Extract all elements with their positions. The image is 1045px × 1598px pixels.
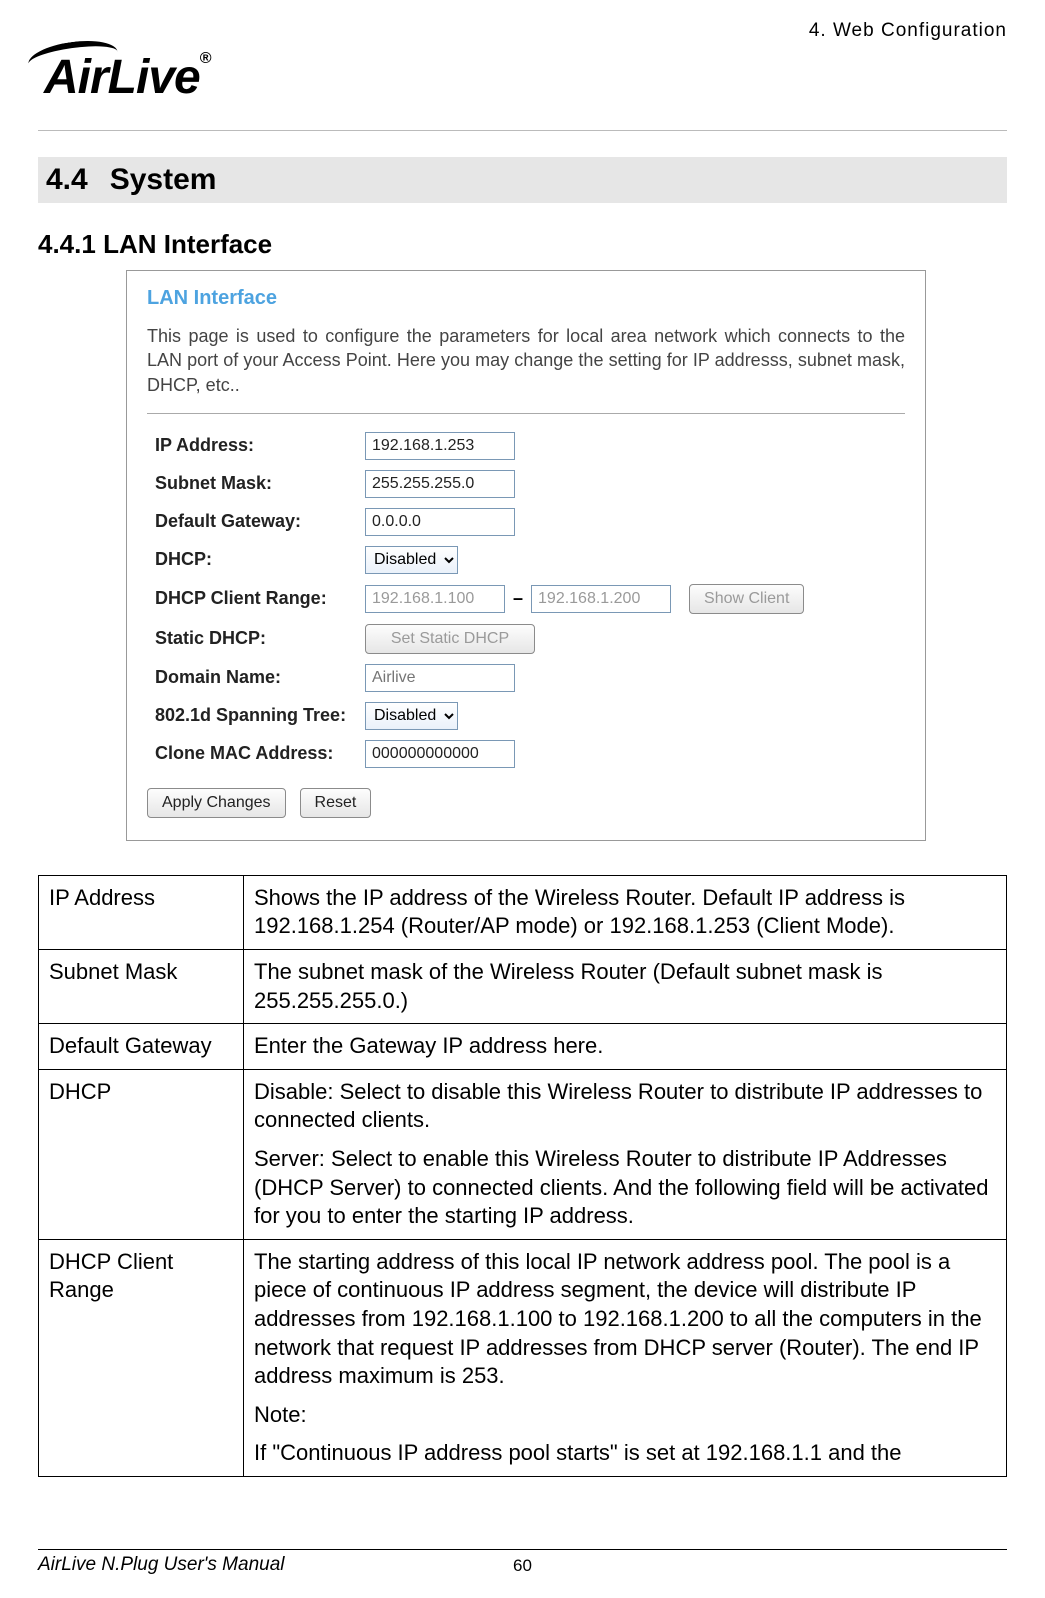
param-desc-paragraph: Disable: Select to disable this Wireless…	[254, 1078, 996, 1135]
static-dhcp-label: Static DHCP:	[147, 628, 365, 649]
param-name-cell: DHCP	[39, 1069, 244, 1239]
spanning-tree-label: 802.1d Spanning Tree:	[147, 705, 365, 726]
table-row: DHCP Client RangeThe starting address of…	[39, 1239, 1007, 1476]
subsection-number: 4.4.1	[38, 229, 96, 259]
param-name-cell: DHCP Client Range	[39, 1239, 244, 1476]
param-desc-cell: The starting address of this local IP ne…	[244, 1239, 1007, 1476]
show-client-button: Show Client	[689, 584, 804, 614]
panel-divider	[147, 413, 905, 414]
header-divider	[38, 111, 1007, 131]
ip-address-input[interactable]	[365, 432, 515, 460]
section-title: System	[110, 163, 217, 196]
apply-changes-button[interactable]: Apply Changes	[147, 788, 286, 818]
panel-description: This page is used to configure the param…	[147, 324, 905, 397]
param-desc-paragraph: If "Continuous IP address pool starts" i…	[254, 1439, 996, 1468]
domain-name-label: Domain Name:	[147, 667, 365, 688]
page-number: 60	[513, 1556, 532, 1576]
param-desc-cell: Shows the IP address of the Wireless Rou…	[244, 875, 1007, 949]
lan-interface-screenshot: LAN Interface This page is used to confi…	[126, 270, 926, 841]
param-name-cell: Default Gateway	[39, 1024, 244, 1070]
set-static-dhcp-button: Set Static DHCP	[365, 624, 535, 654]
manual-name: AirLive N.Plug User's Manual	[38, 1554, 285, 1576]
param-name-cell: IP Address	[39, 875, 244, 949]
param-desc-paragraph: Server: Select to enable this Wireless R…	[254, 1145, 996, 1231]
reset-button[interactable]: Reset	[300, 788, 372, 818]
subnet-mask-label: Subnet Mask:	[147, 473, 365, 494]
param-desc-paragraph: The subnet mask of the Wireless Router (…	[254, 958, 996, 1015]
parameter-description-table: IP AddressShows the IP address of the Wi…	[38, 875, 1007, 1477]
page-footer: AirLive N.Plug User's Manual 60	[38, 1549, 1007, 1576]
section-number: 4.4	[46, 163, 88, 196]
chapter-reference: 4. Web Configuration	[38, 20, 1007, 42]
range-dash: –	[513, 588, 523, 609]
clone-mac-input[interactable]	[365, 740, 515, 768]
subnet-mask-input[interactable]	[365, 470, 515, 498]
param-desc-cell: Disable: Select to disable this Wireless…	[244, 1069, 1007, 1239]
registered-icon: ®	[200, 50, 211, 67]
param-name-cell: Subnet Mask	[39, 950, 244, 1024]
domain-name-input	[365, 664, 515, 692]
brand-logo: AirLive®	[38, 50, 211, 105]
param-desc-cell: Enter the Gateway IP address here.	[244, 1024, 1007, 1070]
dhcp-label: DHCP:	[147, 549, 365, 570]
table-row: Subnet MaskThe subnet mask of the Wirele…	[39, 950, 1007, 1024]
section-heading: 4.4 System	[38, 157, 1007, 203]
dhcp-range-start-input	[365, 585, 505, 613]
table-row: DHCPDisable: Select to disable this Wire…	[39, 1069, 1007, 1239]
subsection-title: LAN Interface	[103, 229, 272, 259]
param-desc-cell: The subnet mask of the Wireless Router (…	[244, 950, 1007, 1024]
table-row: IP AddressShows the IP address of the Wi…	[39, 875, 1007, 949]
subsection-heading: 4.4.1 LAN Interface	[38, 229, 1007, 260]
clone-mac-label: Clone MAC Address:	[147, 743, 365, 764]
ip-address-label: IP Address:	[147, 435, 365, 456]
param-desc-paragraph: Shows the IP address of the Wireless Rou…	[254, 884, 996, 941]
dhcp-range-end-input	[531, 585, 671, 613]
spanning-tree-select[interactable]: Disabled	[365, 702, 458, 730]
dhcp-select[interactable]: Disabled	[365, 546, 458, 574]
panel-title: LAN Interface	[147, 287, 905, 310]
table-row: Default Gateway Enter the Gateway IP addr…	[39, 1024, 1007, 1070]
default-gateway-label: Default Gateway:	[147, 511, 365, 532]
param-desc-paragraph: The starting address of this local IP ne…	[254, 1248, 996, 1391]
default-gateway-input[interactable]	[365, 508, 515, 536]
param-desc-paragraph: Enter the Gateway IP address here.	[254, 1032, 996, 1061]
dhcp-range-label: DHCP Client Range:	[147, 588, 365, 609]
param-desc-paragraph: Note:	[254, 1401, 996, 1430]
